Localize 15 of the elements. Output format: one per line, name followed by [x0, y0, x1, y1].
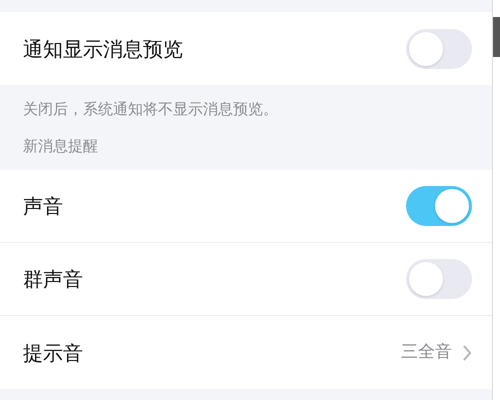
hint-text: 关闭后，系统通知将不显示消息预览。: [23, 99, 279, 120]
row-label: 通知显示消息预览: [23, 36, 183, 62]
row-label: 声音: [23, 193, 63, 220]
toggle-switch[interactable]: [406, 186, 472, 226]
toggle-switch[interactable]: [406, 28, 472, 68]
section-header: 新消息提醒: [23, 136, 99, 156]
chevron-right-icon: [462, 344, 472, 362]
settings-row[interactable]: 通知显示消息预览: [0, 12, 492, 85]
row-label: 提示音: [23, 340, 83, 366]
row-label: 群声音: [23, 266, 83, 293]
toggle-switch[interactable]: [406, 259, 472, 299]
settings-row[interactable]: 提示音 三全音: [0, 316, 492, 389]
row-value: 三全音: [401, 340, 452, 364]
settings-row[interactable]: 声音: [0, 170, 492, 243]
settings-row[interactable]: 群声音: [0, 243, 492, 316]
